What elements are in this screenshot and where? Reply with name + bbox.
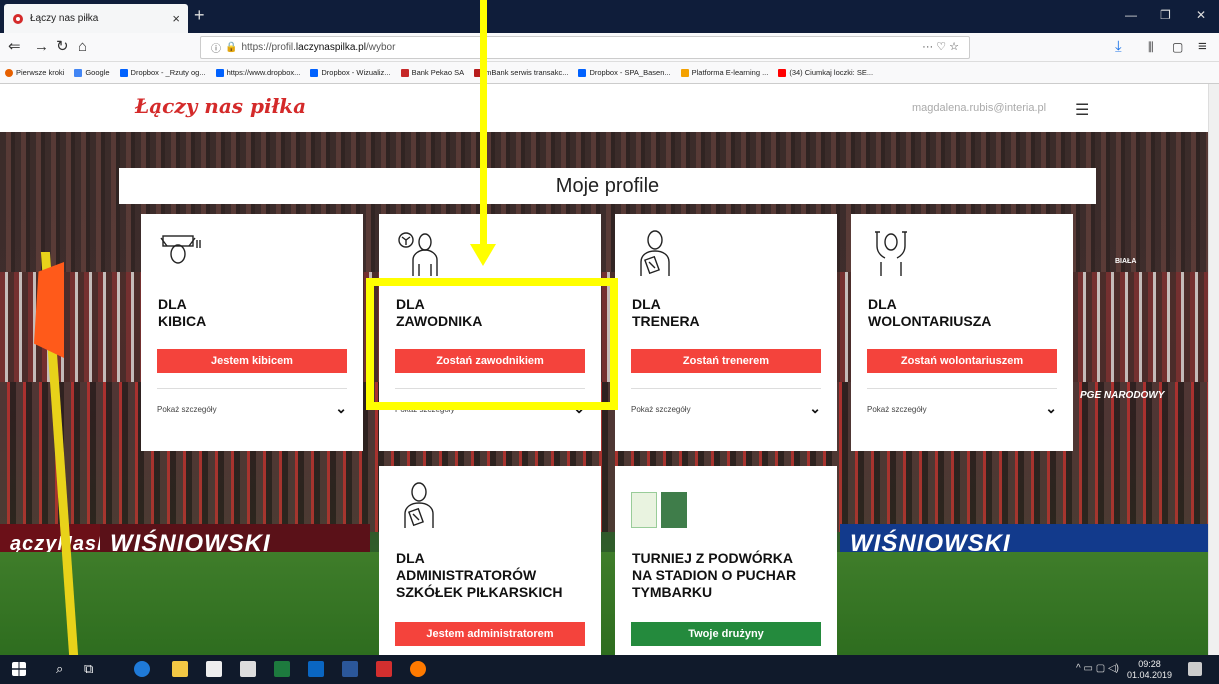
fan-button[interactable]: Jestem kibicem (157, 349, 347, 373)
store-icon[interactable] (206, 661, 222, 677)
file-explorer-icon[interactable] (172, 661, 188, 677)
page-actions-icons[interactable]: ··· ♡ ☆ (922, 40, 959, 53)
coach-icon (640, 230, 670, 276)
pge-board: PGE NARODOWY (1080, 390, 1165, 401)
forward-icon[interactable]: → (34, 38, 49, 56)
divider (631, 388, 821, 389)
user-email[interactable]: magdalena.rubis@interia.pl (912, 102, 1046, 114)
site-header: Łączy nas piłka magdalena.rubis@interia.… (0, 84, 1208, 132)
profile-card-volunteer: DLA WOLONTARIUSZA Zostań wolontariuszem P… (851, 214, 1073, 451)
bookmark-item[interactable]: Dropbox - _Rzuty og... (119, 68, 206, 77)
mail-icon[interactable] (240, 661, 256, 677)
edge-icon[interactable] (134, 661, 150, 677)
system-clock[interactable]: 09:28 01.04.2019 (1127, 659, 1172, 681)
reload-icon[interactable]: ↻ (56, 38, 69, 56)
tab-close-icon[interactable]: × (172, 11, 180, 26)
show-details-link[interactable]: Pokaż szczegóły (631, 405, 691, 414)
acrobat-icon[interactable] (376, 661, 392, 677)
tymbark-logo-icon (661, 492, 687, 528)
chevron-down-icon[interactable]: ⌄ (809, 400, 821, 417)
your-teams-button[interactable]: Twoje drużyny (631, 622, 821, 646)
new-tab-icon[interactable]: + (194, 6, 205, 24)
card-title: DLA WOLONTARIUSZA (868, 296, 992, 329)
url-domain: laczynaspilka.pl (295, 42, 366, 53)
back-icon[interactable]: ⇐ (8, 38, 21, 56)
fan-icon (160, 235, 201, 264)
bookmark-item[interactable]: Bank Pekao SA (400, 68, 464, 77)
chevron-down-icon[interactable]: ⌄ (1045, 400, 1057, 417)
corner-flag (34, 262, 64, 358)
admin-icon (404, 482, 434, 528)
library-icon[interactable]: ⫼ (1148, 38, 1154, 56)
windows-taskbar: ⌕ ⧉ ^ ▭ ▢ ◁) 09:28 01.04.2019 (0, 655, 1219, 684)
notifications-icon[interactable] (1188, 662, 1202, 676)
biala-board: BIAŁA (1115, 258, 1137, 265)
divider (867, 388, 1057, 389)
browser-navbar: ⇐ → ↻ ⌂ ⓘ 🔒 https://profil. laczynaspilka… (0, 33, 1219, 62)
page-scrollbar[interactable] (1208, 84, 1219, 655)
coach-button[interactable]: Zostań trenerem (631, 349, 821, 373)
bookmark-item[interactable]: Platforma E-learning ... (680, 68, 768, 77)
tab-title: Łączy nas piłka (30, 13, 99, 24)
bookmark-item[interactable]: mBank serwis transakc... (474, 68, 568, 77)
card-title: DLA ADMINISTRATORÓW SZKÓŁEK PIŁKARSKICH (396, 550, 563, 600)
show-details-link[interactable]: Pokaż szczegóły (157, 405, 217, 414)
url-bar[interactable]: ⓘ 🔒 https://profil. laczynaspilka.pl/wybo… (200, 36, 970, 59)
admin-button[interactable]: Jestem administratorem (395, 622, 585, 646)
minimize-icon[interactable]: — (1125, 8, 1137, 22)
restore-icon[interactable]: ❐ (1160, 8, 1171, 22)
bookmark-item[interactable]: Dropbox - Wizualiz... (310, 68, 391, 77)
hamburger-menu-icon[interactable]: ☰ (1075, 100, 1089, 120)
profile-card-coach: DLA TRENERA Zostań trenerem Pokaż szczegó… (615, 214, 837, 451)
volunteer-button[interactable]: Zostań wolontariuszem (867, 349, 1057, 373)
bookmark-item[interactable]: https://www.dropbox... (215, 68, 300, 77)
card-title: DLA TRENERA (632, 296, 700, 329)
profile-card-fan: DLA KIBICA Jestem kibicem Pokaż szczegóły… (141, 214, 363, 451)
search-icon[interactable]: ⌕ (56, 661, 72, 677)
firefox-icon[interactable] (410, 661, 426, 677)
task-view-icon[interactable]: ⧉ (84, 661, 100, 677)
url-prefix: https://profil. (241, 42, 296, 53)
browser-tab[interactable]: Łączy nas piłka × (4, 4, 188, 33)
annotation-arrow-line (480, 0, 487, 248)
downloads-icon[interactable]: ⤓ (1115, 38, 1122, 56)
lock-icon: 🔒 (225, 42, 238, 53)
word-icon[interactable] (342, 661, 358, 677)
player-icon (398, 232, 438, 276)
card-title: DLA KIBICA (158, 296, 207, 329)
bookmark-item[interactable]: Google (74, 68, 110, 77)
chevron-down-icon[interactable]: ⌄ (335, 400, 347, 417)
sidebar-icon[interactable]: ▢ (1172, 38, 1183, 56)
show-details-link[interactable]: Pokaż szczegóły (867, 405, 927, 414)
volunteer-icon (875, 231, 907, 276)
outlook-icon[interactable] (308, 661, 324, 677)
bookmark-item[interactable]: Dropbox - SPA_Basen... (578, 68, 671, 77)
annotation-highlight-box (366, 278, 618, 410)
bookmark-item[interactable]: Pierwsze kroki (5, 68, 64, 77)
profile-card-admin: DLA ADMINISTRATORÓW SZKÓŁEK PIŁKARSKICH Je… (379, 466, 601, 655)
annotation-arrow-head-icon (470, 244, 496, 266)
info-icon[interactable]: ⓘ (211, 40, 221, 55)
browser-titlebar: Łączy nas piłka × + — ❐ ✕ (0, 0, 1219, 33)
url-path: /wybor (365, 42, 396, 53)
divider (157, 388, 347, 389)
page-title: Moje profile (119, 168, 1096, 204)
start-icon[interactable] (12, 662, 26, 676)
system-tray-icons[interactable]: ^ ▭ ▢ ◁) (1076, 663, 1119, 674)
card-title: TURNIEJ Z PODWÓRKA NA STADION O PUCHAR TYM… (632, 550, 797, 600)
bookmarks-bar: Pierwsze kroki Google Dropbox - _Rzuty o… (0, 62, 1219, 84)
football-pitch (0, 552, 1208, 655)
profile-card-tournament: TURNIEJ Z PODWÓRKA NA STADION O PUCHAR TYM… (615, 466, 837, 655)
tournament-logos (631, 492, 687, 528)
bookmark-item[interactable]: (34) Ciumkaj loczki: SE... (778, 68, 873, 77)
close-window-icon[interactable]: ✕ (1196, 8, 1206, 22)
home-icon[interactable]: ⌂ (78, 38, 87, 56)
site-favicon-icon (13, 13, 23, 24)
menu-icon[interactable]: ≡ (1198, 38, 1207, 56)
tymbark-cup-logo-icon (631, 492, 657, 528)
excel-icon[interactable] (274, 661, 290, 677)
site-logo[interactable]: Łączy nas piłka (135, 94, 306, 118)
